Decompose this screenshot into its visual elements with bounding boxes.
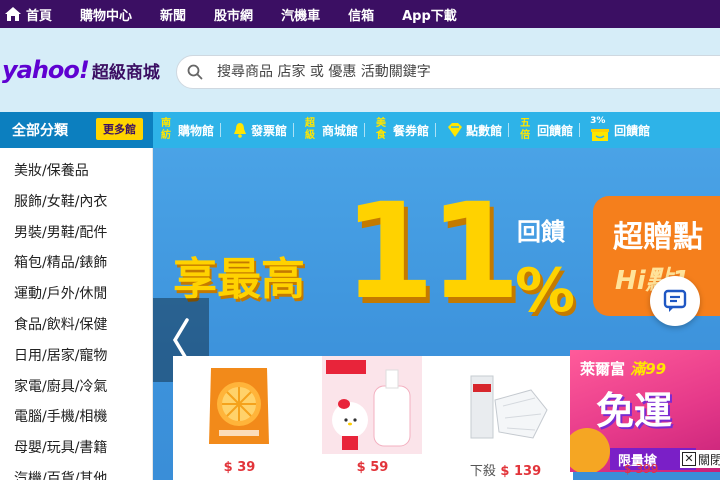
shortcut-super-mall[interactable]: 超級 商城館 [304, 112, 366, 148]
product-price: 下殺 $ 139 [469, 464, 542, 479]
bell-icon [234, 123, 247, 138]
category-sidebar: 美妝/保養品 服飾/女鞋/內衣 男裝/男鞋/配件 箱包/精品/錶飾 運動/戶外/… [0, 148, 153, 480]
shortcut-food[interactable]: 美食 餐券館 [375, 112, 437, 148]
more-halls-button[interactable]: 更多館 [96, 118, 143, 140]
n95-mask-image [455, 356, 555, 454]
ad-headline: 免運 [596, 389, 673, 433]
shortcut-badge: 南紡 [161, 118, 171, 141]
shortcut-label: 餐券館 [393, 123, 430, 138]
sidebar-item[interactable]: 食品/飲料/保健 [0, 310, 152, 341]
shortcut-label: 點數館 [466, 123, 503, 138]
sidebar-item[interactable]: 美妝/保養品 [0, 156, 152, 187]
shortcut-points[interactable]: 點數館 [446, 112, 510, 148]
divider [579, 123, 581, 137]
sidebar-item[interactable]: 家電/廚具/冷氣 [0, 372, 152, 403]
diamond-icon [448, 123, 463, 137]
shortcut-label: 商城館 [322, 123, 359, 138]
shortcut-five-times[interactable]: 五倍 回饋館 [519, 112, 581, 148]
orange-pack-image [189, 356, 289, 454]
nav-mall[interactable]: 購物中心 [80, 5, 132, 24]
search-box[interactable] [176, 55, 720, 89]
shortcut-invoice[interactable]: 發票館 [231, 112, 295, 148]
divider [435, 123, 437, 137]
ad-strike-price: $ 399 [624, 462, 659, 476]
shortcut-badge: 3% [590, 116, 606, 126]
banner-percent: % [515, 256, 576, 326]
ad-close-label: 關閉 [698, 452, 720, 467]
nav-news[interactable]: 新聞 [160, 5, 186, 24]
product-card[interactable]: $ 39 [173, 356, 306, 480]
divider [508, 123, 510, 137]
hello-kitty-handwash-image [322, 356, 422, 454]
sidebar-item[interactable]: 箱包/精品/錶飾 [0, 248, 152, 279]
divider [293, 123, 295, 137]
cat-mascot-image [570, 428, 610, 472]
shortcut-label: 回饋館 [537, 123, 574, 138]
logo-text: yahoo! [2, 56, 90, 84]
all-categories[interactable]: 全部分類 更多館 [0, 112, 153, 148]
logo-subtitle: 超級商城 [91, 63, 160, 83]
shortcut-nanfang[interactable]: 南紡 購物館 [160, 112, 222, 148]
sidebar-item[interactable]: 母嬰/玩具/書籍 [0, 433, 152, 464]
close-icon: ✕ [682, 452, 696, 466]
sidebar-item[interactable]: 日用/居家/寵物 [0, 341, 152, 372]
ad-brand: 萊爾富 滿99 [580, 360, 667, 378]
hall-shortcuts: 南紡 購物館 發票館 超級 商城館 美食 餐券館 點數館 五倍 回饋館 3% 回… [160, 112, 660, 148]
divider [364, 123, 366, 137]
yahoo-mall-logo[interactable]: yahoo! 超級商城 [2, 56, 160, 84]
category-bar: 全部分類 更多館 南紡 購物館 發票館 超級 商城館 美食 餐券館 點數館 五倍… [0, 112, 720, 148]
sidebar-item[interactable]: 汽機/百貨/其他 [0, 464, 152, 480]
banner-big-number: 11 [343, 175, 521, 329]
sidebar-item[interactable]: 服飾/女鞋/內衣 [0, 187, 152, 218]
nav-mail[interactable]: 信箱 [348, 5, 374, 24]
shortcut-three-percent[interactable]: 3% 回饋館 [590, 112, 650, 148]
chat-button[interactable] [650, 276, 700, 326]
shortcut-label: 發票館 [251, 123, 288, 138]
shortcut-label: 購物館 [178, 123, 215, 138]
home-icon[interactable] [4, 6, 22, 22]
shortcut-badge: 美食 [376, 118, 387, 141]
shortcut-badge: 超級 [305, 118, 316, 141]
product-strip: $ 39 $ 59 下殺 $ 139 [173, 356, 573, 480]
sidebar-item[interactable]: 運動/戶外/休閒 [0, 279, 152, 310]
banner-feedback-text: 回饋 [517, 218, 565, 246]
nav-app-download[interactable]: App下載 [402, 5, 457, 24]
product-price: $ 39 [223, 460, 256, 475]
shortcut-label: 回饋館 [614, 123, 651, 138]
promo-line-1: 超贈點 [613, 220, 703, 255]
search-input[interactable] [217, 64, 697, 80]
divider [220, 123, 222, 137]
all-categories-label: 全部分類 [12, 123, 68, 139]
top-nav: 首頁 購物中心 新聞 股市網 汽機車 信箱 App下載 [0, 0, 720, 28]
sidebar-item[interactable]: 電腦/手機/相機 [0, 402, 152, 433]
product-card[interactable]: $ 59 [306, 356, 439, 480]
gift-box-icon: 3% [590, 115, 612, 145]
search-icon[interactable] [187, 64, 203, 80]
product-price: $ 59 [356, 460, 389, 475]
nav-home[interactable]: 首頁 [26, 5, 52, 24]
site-header: yahoo! 超級商城 [0, 28, 720, 112]
shortcut-badge: 五倍 [520, 118, 531, 141]
sidebar-item[interactable]: 男裝/男鞋/配件 [0, 218, 152, 249]
nav-autos[interactable]: 汽機車 [281, 5, 320, 24]
product-card[interactable]: 下殺 $ 139 [439, 356, 572, 480]
ad-close-button[interactable]: ✕ 關閉 [680, 450, 720, 468]
chat-icon [663, 289, 687, 312]
nav-stock[interactable]: 股市網 [214, 5, 253, 24]
